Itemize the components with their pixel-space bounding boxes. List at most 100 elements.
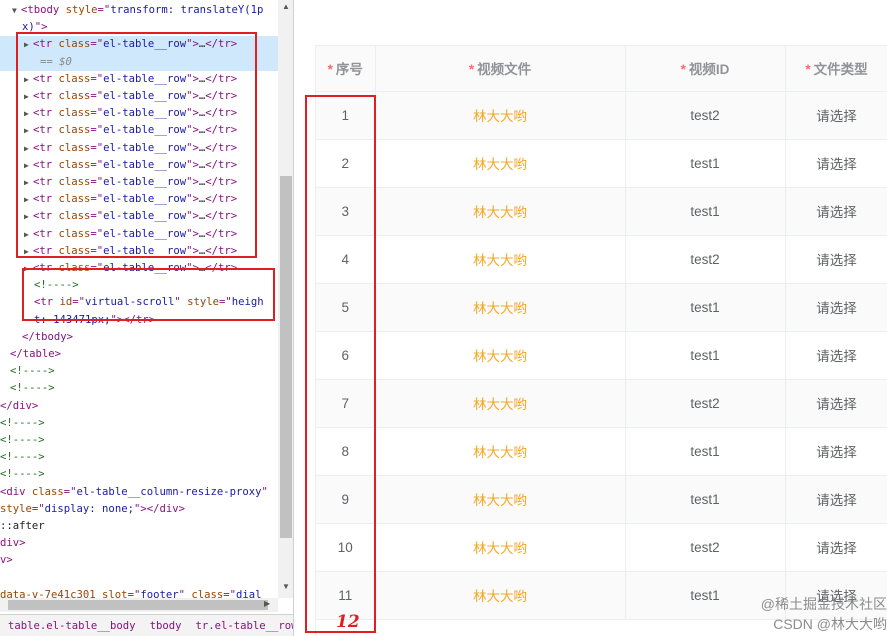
header-file-type[interactable]: * 文件类型 (785, 46, 887, 92)
dom-node-line[interactable]: <!----> (0, 277, 79, 294)
vertical-scroll-thumb[interactable] (280, 176, 292, 538)
dom-node-line[interactable]: t: 143471px;"></tr> (0, 312, 155, 329)
cell-file-type-select[interactable]: 请选择 (785, 187, 887, 236)
table-row[interactable]: 10 林大大哟 test2 请选择 (316, 523, 887, 572)
dom-node-line[interactable]: <!----> (0, 449, 45, 466)
expand-triangle-icon[interactable]: ▶ (24, 105, 33, 122)
table-row[interactable]: 2 林大大哟 test1 请选择 (316, 139, 887, 188)
dom-node-line[interactable]: ▶ <tr class="el-table__row">…</tr> (0, 71, 237, 88)
table-row[interactable]: 7 林大大哟 test2 请选择 (316, 379, 887, 428)
table-row[interactable]: 8 林大大哟 test1 请选择 (316, 427, 887, 476)
dom-node-line[interactable]: ::after (0, 518, 45, 535)
breadcrumb-item-table[interactable]: table.el-table__body (0, 620, 142, 632)
scroll-right-icon[interactable]: ▶ (264, 599, 270, 608)
code-token: "></tr> (110, 313, 156, 326)
cell-file-type-select[interactable]: 请选择 (785, 283, 887, 332)
scroll-up-icon[interactable]: ▲ (282, 2, 290, 11)
horizontal-scrollbar[interactable]: ▶ (0, 598, 278, 612)
breadcrumb-item-tr[interactable]: tr.el-table__row (187, 620, 293, 632)
cell-video-file[interactable]: 林大大哟 (375, 571, 626, 620)
dom-node-line[interactable]: ▶ <tr class="el-table__row">…</tr> (0, 140, 237, 157)
expand-triangle-icon[interactable]: ▶ (24, 36, 33, 53)
table-row[interactable]: 9 林大大哟 test1 请选择 (316, 475, 887, 524)
dom-node-line[interactable]: ▶ <tr class="el-table__row">…</tr> (0, 88, 237, 105)
expand-triangle-icon[interactable]: ▶ (24, 226, 33, 243)
cell-video-file[interactable]: 林大大哟 (375, 139, 626, 188)
expand-triangle-icon[interactable]: ▶ (24, 174, 33, 191)
dom-node-line[interactable]: <!----> (0, 380, 55, 397)
expand-triangle-icon[interactable]: ▶ (24, 260, 33, 277)
dom-node-line[interactable]: x)"> (0, 19, 48, 36)
dom-node-line[interactable]: style="display: none;"></div> (0, 501, 185, 518)
dom-node-line[interactable]: <!----> (0, 466, 45, 483)
cell-video-file[interactable]: 林大大哟 (375, 331, 626, 380)
cell-video-file[interactable]: 林大大哟 (375, 91, 626, 140)
cell-file-type-select[interactable]: 请选择 (785, 91, 887, 140)
expand-triangle-icon[interactable]: ▶ (24, 157, 33, 174)
dom-node-line[interactable]: ▶ <tr class="el-table__row">…</tr> (0, 243, 237, 260)
dom-node-line[interactable]: ▶ <tr class="el-table__row">…</tr> (0, 36, 278, 54)
dom-node-line[interactable]: ▶ <tr class="el-table__row">…</tr> (0, 105, 237, 122)
cell-file-type-select[interactable]: 请选择 (785, 475, 887, 524)
header-video-file[interactable]: * 视频文件 (375, 46, 626, 92)
cell-file-type-select[interactable]: 请选择 (785, 235, 887, 284)
dom-node-line[interactable]: ▶ <tr class="el-table__row">…</tr> (0, 260, 237, 277)
collapse-triangle-icon[interactable]: ▼ (12, 2, 21, 19)
dom-node-line[interactable]: ▶ <tr class="el-table__row">…</tr> (0, 226, 237, 243)
dom-node-line[interactable]: <!----> (0, 432, 45, 449)
dom-node-line[interactable]: <!----> (0, 363, 55, 380)
dom-node-line[interactable]: v> (0, 552, 13, 569)
dom-node-line[interactable]: </tbody> (0, 329, 73, 346)
cell-video-file[interactable]: 林大大哟 (375, 235, 626, 284)
dom-node-line[interactable]: == $0 (0, 53, 278, 71)
table-row[interactable]: 3 林大大哟 test1 请选择 (316, 187, 887, 236)
cell-video-file[interactable]: 林大大哟 (375, 379, 626, 428)
horizontal-scroll-thumb[interactable] (8, 600, 268, 610)
table-row[interactable]: 5 林大大哟 test1 请选择 (316, 283, 887, 332)
expand-triangle-icon[interactable]: ▶ (24, 243, 33, 260)
table-row[interactable]: 6 林大大哟 test1 请选择 (316, 331, 887, 380)
expand-triangle-icon[interactable]: ▶ (24, 191, 33, 208)
expand-triangle-icon[interactable]: ▶ (24, 88, 33, 105)
cell-video-file[interactable]: 林大大哟 (375, 187, 626, 236)
dom-node-line[interactable]: ▶ <tr class="el-table__row">…</tr> (0, 157, 237, 174)
cell-video-file-text: 林大大哟 (473, 205, 527, 220)
breadcrumb-item-tbody[interactable]: tbody (142, 620, 188, 632)
table-row[interactable]: 4 林大大哟 test2 请选择 (316, 235, 887, 284)
cell-file-type-select[interactable]: 请选择 (785, 427, 887, 476)
dom-node-line[interactable]: ▶ <tr class="el-table__row">…</tr> (0, 174, 237, 191)
dom-node-line[interactable]: ▶ <tr class="el-table__row">…</tr> (0, 122, 237, 139)
code-token: "> (186, 193, 199, 206)
cell-video-file[interactable]: 林大大哟 (375, 283, 626, 332)
code-token: <tr (33, 262, 59, 274)
cell-file-type-select[interactable]: 请选择 (785, 379, 887, 428)
dom-node-line[interactable]: <div class="el-table__column-resize-prox… (0, 484, 268, 501)
required-mark: * (680, 62, 686, 78)
dom-node-line[interactable]: </div> (0, 398, 38, 415)
expand-triangle-icon[interactable]: ▶ (24, 122, 33, 139)
cell-video-file[interactable]: 林大大哟 (375, 475, 626, 524)
dom-node-line[interactable]: ▶ <tr class="el-table__row">…</tr> (0, 191, 237, 208)
dom-node-line[interactable]: <tr id="virtual-scroll" style="heigh (0, 294, 264, 311)
dom-node-line[interactable]: data-v-7e41c301 slot="footer" class="dia… (0, 587, 262, 598)
dom-node-line[interactable]: ▼ <tbody style="transform: translateY(1p (0, 2, 263, 19)
dom-node-line[interactable]: ▶ <tr class="el-table__row">…</tr> (0, 208, 237, 225)
expand-triangle-icon[interactable]: ▶ (24, 71, 33, 88)
expand-triangle-icon[interactable]: ▶ (24, 208, 33, 225)
header-index[interactable]: * 序号 (316, 46, 376, 92)
cell-file-type-select[interactable]: 请选择 (785, 139, 887, 188)
dom-node-line[interactable]: </table> (0, 346, 61, 363)
scroll-down-icon[interactable]: ▼ (282, 582, 290, 591)
data-table: * 序号 * 视频文件 * 视频ID * 文件类型 1 林大大哟 test2 请选择 2 林大大哟… (315, 45, 887, 636)
table-row[interactable]: 1 林大大哟 test2 请选择 (316, 91, 887, 140)
cell-file-type-select[interactable]: 请选择 (785, 523, 887, 572)
cell-file-type-select[interactable]: 请选择 (785, 331, 887, 380)
dom-node-line[interactable]: <!----> (0, 415, 45, 432)
expand-triangle-icon[interactable]: ▶ (24, 140, 33, 157)
cell-video-file[interactable]: 林大大哟 (375, 427, 626, 476)
cell-video-file-text: 林大大哟 (473, 541, 527, 556)
vertical-scrollbar[interactable]: ▲ ▼ (278, 0, 293, 598)
header-video-id[interactable]: * 视频ID (625, 46, 786, 92)
cell-video-file[interactable]: 林大大哟 (375, 523, 626, 572)
dom-node-line[interactable]: div> (0, 535, 26, 552)
